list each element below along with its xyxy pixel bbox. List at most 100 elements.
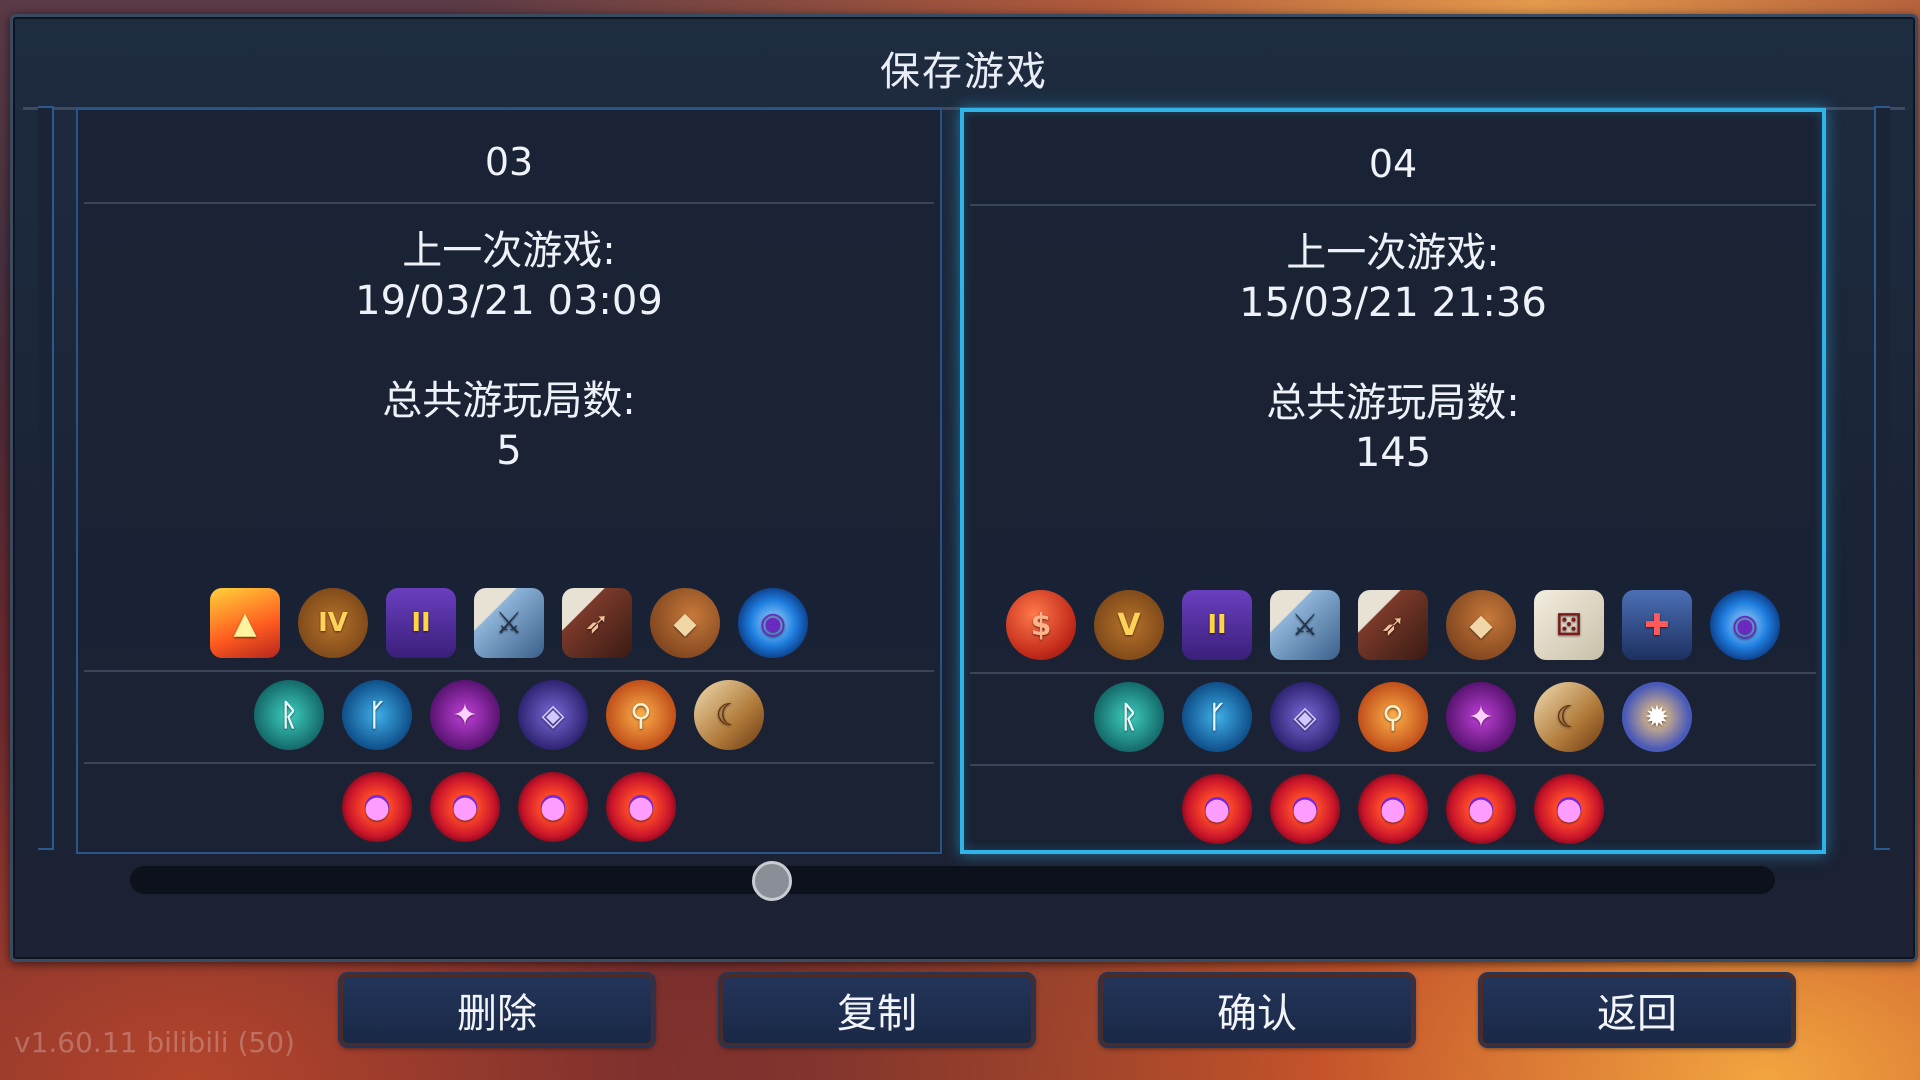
slot-scrollbar-thumb[interactable] — [751, 861, 792, 901]
dice-shield-glyph: ◆ — [673, 605, 697, 641]
dice-shield-glyph: ◆ — [1469, 607, 1493, 643]
purple-flame-icon: ✦ — [430, 680, 500, 750]
red-potion-glyph: $ — [1030, 607, 1052, 643]
purple-flame-glyph: ✦ — [1468, 699, 1494, 735]
level-ii-up-glyph: II — [411, 608, 431, 638]
boss-cell-glyph: ● — [451, 789, 479, 825]
previous-slot-peek[interactable] — [38, 106, 54, 850]
row-divider — [84, 762, 934, 764]
money-bag-iv-icon: IV — [298, 588, 368, 658]
blue-orb-icon: ◉ — [1710, 590, 1780, 660]
dice-shield-icon: ◆ — [1446, 590, 1516, 660]
unlock-row-items: ▲ IV II ⚔ ➶ ◆ ◉ — [78, 588, 940, 658]
unlock-row-boss-cells: ● ● ● ● ● — [964, 774, 1822, 844]
save-slot-03[interactable]: 03 上一次游戏: 19/03/21 03:09 总共游玩局数: 5 ▲ IV II… — [76, 108, 942, 854]
total-runs-value: 5 — [496, 428, 522, 474]
last-played-label: 上一次游戏: — [402, 228, 616, 274]
blue-banner-icon: ✚ — [1622, 590, 1692, 660]
blue-rune-icon: ᚴ — [342, 680, 412, 750]
unlock-row-items: $ V II ⚔ ➶ ◆ ⚄ ✚ ◉ — [964, 590, 1822, 660]
blue-banner-glyph: ✚ — [1644, 607, 1670, 643]
horn-icon: ☾ — [694, 680, 764, 750]
last-played-label: 上一次游戏: — [1286, 230, 1500, 276]
dice-icon: ⚄ — [1534, 590, 1604, 660]
purple-flame-glyph: ✦ — [452, 697, 478, 733]
boss-cell-glyph: ● — [1203, 791, 1231, 827]
next-slot-peek[interactable] — [1874, 106, 1890, 850]
purple-flame-icon: ✦ — [1446, 682, 1516, 752]
blue-orb-glyph: ◉ — [759, 605, 787, 641]
boss-cell-icon: ● — [1358, 774, 1428, 844]
last-played-value: 15/03/21 21:36 — [1239, 280, 1547, 326]
boss-cell-glyph: ● — [1467, 791, 1495, 827]
boss-cell-glyph: ● — [1555, 791, 1583, 827]
dice-sword-glyph: ⚔ — [1291, 607, 1319, 643]
panel-title: 保存游戏 — [880, 49, 1048, 95]
version-label: v1.60.11 bilibili (50) — [14, 1026, 295, 1059]
confirm-button[interactable]: 确认 — [1098, 972, 1416, 1048]
save-slot-04[interactable]: 04 上一次游戏: 15/03/21 21:36 总共游玩局数: 145 $ V I… — [960, 108, 1826, 854]
delete-button[interactable]: 删除 — [338, 972, 656, 1048]
total-runs-label: 总共游玩局数: — [382, 378, 636, 424]
orange-rune-glyph: ⚲ — [1382, 699, 1404, 735]
last-played-value: 19/03/21 03:09 — [355, 278, 663, 324]
boss-cell-glyph: ● — [1379, 791, 1407, 827]
unlock-row-boss-cells: ● ● ● ● — [78, 772, 940, 842]
spider-rune-icon: ✹ — [1622, 682, 1692, 752]
teal-rune-icon: ᚱ — [254, 680, 324, 750]
row-divider — [970, 764, 1816, 766]
dice-sword-glyph: ⚔ — [495, 605, 523, 641]
boss-cell-icon: ● — [342, 772, 412, 842]
blue-rune-glyph: ᚴ — [368, 697, 386, 733]
boss-cell-icon: ● — [606, 772, 676, 842]
dice-shield-icon: ◆ — [650, 588, 720, 658]
total-runs-value: 145 — [1354, 430, 1432, 476]
orange-rune-icon: ⚲ — [1358, 682, 1428, 752]
dice-glyph: ⚄ — [1555, 607, 1583, 643]
slot-scrollbar-track[interactable] — [130, 866, 1775, 894]
level-ii-up-glyph: II — [1207, 610, 1227, 640]
purple-gem-icon: ◈ — [518, 680, 588, 750]
boss-cell-icon: ● — [1182, 774, 1252, 844]
teal-rune-glyph: ᚱ — [1120, 699, 1138, 735]
row-divider — [970, 672, 1816, 674]
orange-rune-glyph: ⚲ — [630, 697, 652, 733]
spider-rune-glyph: ✹ — [1644, 699, 1670, 735]
purple-gem-icon: ◈ — [1270, 682, 1340, 752]
level-ii-up-icon: II — [386, 588, 456, 658]
back-button[interactable]: 返回 — [1478, 972, 1796, 1048]
boss-cell-icon: ● — [1270, 774, 1340, 844]
money-bag-iv-glyph: IV — [318, 608, 348, 638]
dice-bow-icon: ➶ — [1358, 590, 1428, 660]
slot-name: 04 — [1368, 142, 1418, 186]
potion-flask-icon: ▲ — [210, 588, 280, 658]
boss-cell-glyph: ● — [1291, 791, 1319, 827]
red-potion-icon: $ — [1006, 590, 1076, 660]
potion-flask-glyph: ▲ — [233, 605, 257, 641]
horn-icon: ☾ — [1534, 682, 1604, 752]
blue-orb-icon: ◉ — [738, 588, 808, 658]
boss-cell-icon: ● — [430, 772, 500, 842]
money-bag-v-icon: V — [1094, 590, 1164, 660]
boss-cell-glyph: ● — [363, 789, 391, 825]
row-divider — [84, 670, 934, 672]
unlock-row-runes: ᚱ ᚴ ◈ ⚲ ✦ ☾ ✹ — [964, 682, 1822, 752]
money-bag-v-glyph: V — [1117, 607, 1141, 643]
purple-gem-glyph: ◈ — [541, 697, 565, 733]
dice-bow-glyph: ➶ — [1380, 607, 1406, 643]
slot-divider — [970, 204, 1816, 206]
teal-rune-icon: ᚱ — [1094, 682, 1164, 752]
total-runs-label: 总共游玩局数: — [1266, 380, 1520, 426]
slot-divider — [84, 202, 934, 204]
dice-sword-icon: ⚔ — [474, 588, 544, 658]
blue-rune-glyph: ᚴ — [1208, 699, 1226, 735]
copy-button[interactable]: 复制 — [718, 972, 1036, 1048]
boss-cell-glyph: ● — [539, 789, 567, 825]
dice-bow-glyph: ➶ — [584, 605, 610, 641]
blue-rune-icon: ᚴ — [1182, 682, 1252, 752]
unlock-row-runes: ᚱ ᚴ ✦ ◈ ⚲ ☾ — [78, 680, 940, 750]
slot-name: 03 — [484, 140, 534, 184]
boss-cell-icon: ● — [1534, 774, 1604, 844]
teal-rune-glyph: ᚱ — [280, 697, 298, 733]
dice-bow-icon: ➶ — [562, 588, 632, 658]
